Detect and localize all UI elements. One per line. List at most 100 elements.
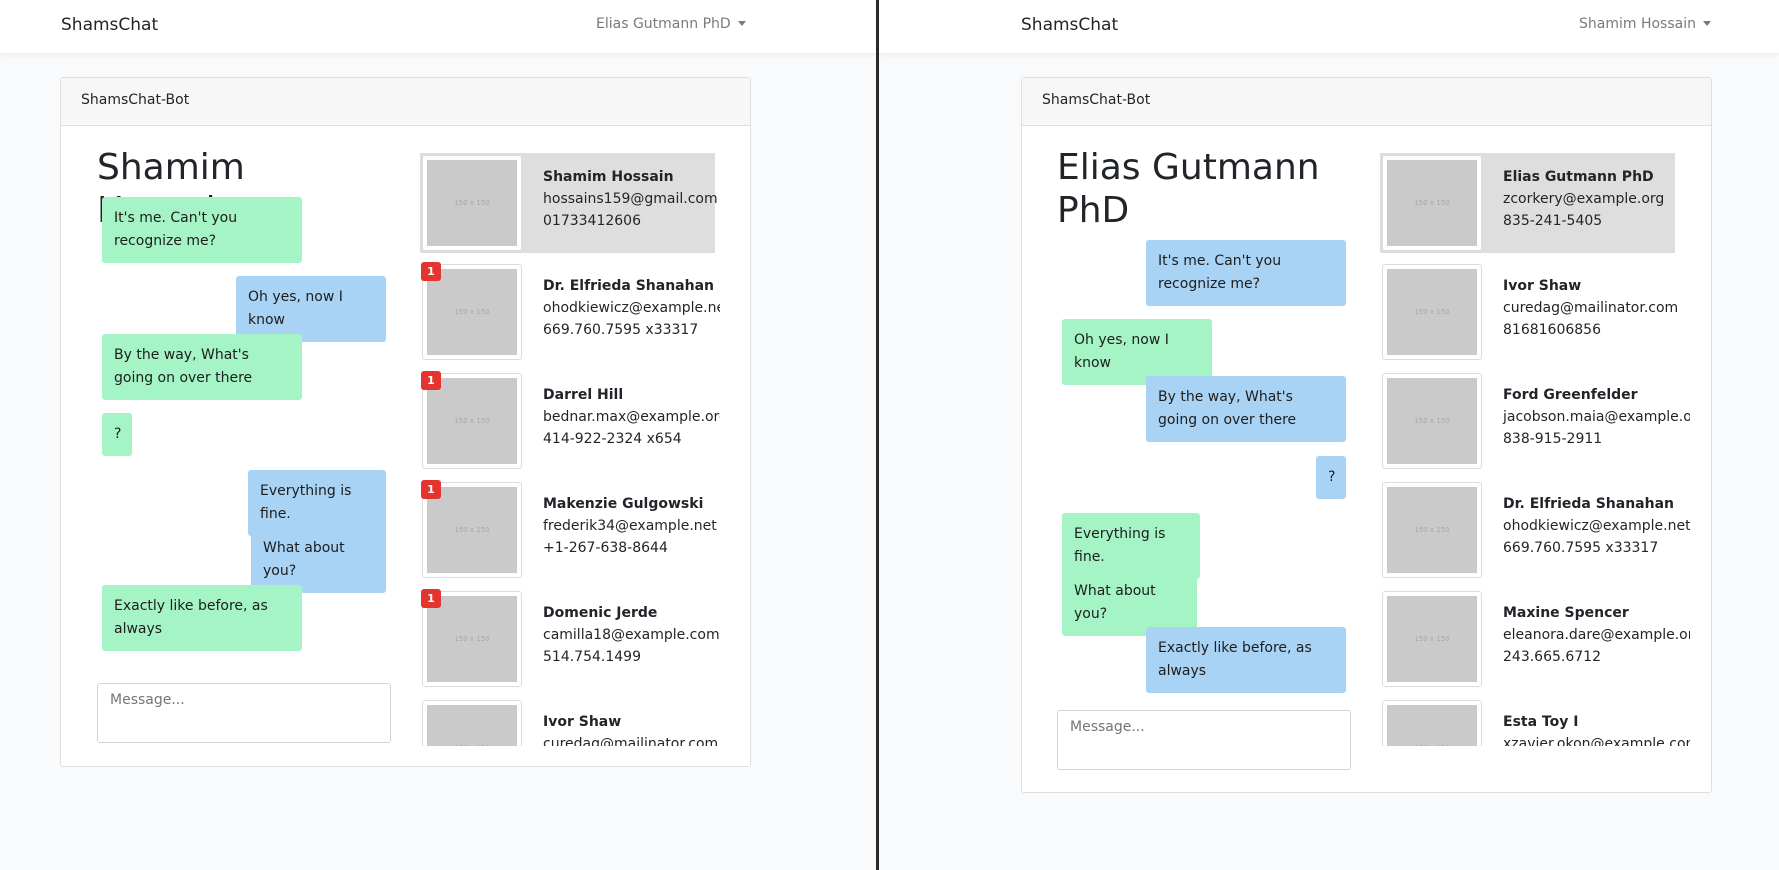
contact-name: Shamim Hossain [543, 169, 674, 185]
avatar-placeholder: 150 x 150 [1387, 160, 1477, 246]
contact-name: Dr. Elfrieda Shanahan [543, 278, 715, 294]
avatar-placeholder: 150 x 150 [427, 160, 517, 246]
message-bubble: By the way, What's going on over there [1146, 376, 1346, 442]
contact-item[interactable]: 150 x 150 Ivor Shaw curedag@mailinator.c… [420, 698, 720, 746]
message-bubble: By the way, What's going on over there [102, 334, 302, 400]
avatar-placeholder: 150 x 150 [1387, 705, 1477, 746]
message-input[interactable] [97, 683, 391, 743]
contact-phone: 835-241-5405 [1503, 213, 1603, 229]
contact-name: Elias Gutmann PhD [1503, 169, 1654, 185]
contact-item[interactable]: 150 x 150 1 Domenic Jerde camilla18@exam… [420, 589, 720, 689]
contact-name: Maxine Spencer [1503, 605, 1629, 621]
contact-item[interactable]: 150 x 150 1 Dr. Elfrieda Shanahan ohodki… [420, 262, 720, 362]
avatar: 150 x 150 [1382, 373, 1482, 469]
unread-badge: 1 [421, 480, 441, 499]
unread-badge: 1 [421, 262, 441, 281]
right-window: ShamsChat Shamim Hossain ShamsChat-Bot E… [879, 0, 1779, 870]
chat-partner-name: Elias Gutmann PhD [1057, 147, 1320, 231]
contact-email: hossains159@gmail.com [543, 191, 718, 207]
avatar-placeholder: 150 x 150 [427, 487, 517, 573]
avatar: 150 x 150 [1382, 264, 1482, 360]
contact-name: Dr. Elfrieda Shanahan [1503, 496, 1675, 512]
brand-link[interactable]: ShamsChat [1021, 15, 1118, 35]
contact-phone: +1-267-638-8644 [543, 540, 668, 556]
avatar-placeholder: 150 x 150 [427, 705, 517, 746]
avatar: 150 x 150 [422, 700, 522, 746]
avatar-placeholder: 150 x 150 [427, 269, 517, 355]
contact-email: camilla18@example.com [543, 627, 720, 643]
contact-item[interactable]: 150 x 150 Ivor Shaw curedag@mailinator.c… [1380, 262, 1690, 362]
message-bubble: ? [102, 413, 132, 456]
unread-badge: 1 [421, 371, 441, 390]
avatar-placeholder: 150 x 150 [1387, 378, 1477, 464]
contact-item[interactable]: 150 x 150 1 Darrel Hill bednar.max@examp… [420, 371, 720, 471]
contact-phone: 01733412606 [543, 213, 641, 229]
message-bubble: It's me. Can't you recognize me? [102, 197, 302, 263]
contact-email: bednar.max@example.org [543, 409, 720, 425]
avatar: 150 x 150 [1382, 155, 1482, 251]
contact-email: ohodkiewicz@example.net [543, 300, 720, 316]
contact-list[interactable]: 150 x 150 Elias Gutmann PhD zcorkery@exa… [1380, 153, 1690, 746]
avatar-placeholder: 150 x 150 [1387, 487, 1477, 573]
message-input[interactable] [1057, 710, 1351, 770]
contact-item[interactable]: 150 x 150 Maxine Spencer eleanora.dare@e… [1380, 589, 1690, 689]
card-header: ShamsChat-Bot [61, 78, 750, 126]
contact-name: Darrel Hill [543, 387, 624, 403]
user-dropdown[interactable]: Elias Gutmann PhD [596, 16, 746, 32]
avatar: 150 x 150 [1382, 482, 1482, 578]
avatar-placeholder: 150 x 150 [1387, 269, 1477, 355]
contact-name: Ivor Shaw [1503, 278, 1582, 294]
unread-badge: 1 [421, 589, 441, 608]
contact-phone: 838-915-2911 [1503, 431, 1603, 447]
avatar-placeholder: 150 x 150 [427, 596, 517, 682]
avatar: 150 x 150 [1382, 700, 1482, 746]
avatar-placeholder: 150 x 150 [427, 378, 517, 464]
contact-email: curedag@mailinator.com [1503, 300, 1679, 316]
contact-name: Ford Greenfelder [1503, 387, 1638, 403]
caret-down-icon [737, 21, 746, 26]
contact-email: eleanora.dare@example.org [1503, 627, 1690, 643]
message-bubble: Exactly like before, as always [1146, 627, 1346, 693]
contact-phone: 514.754.1499 [543, 649, 641, 665]
caret-down-icon [1702, 21, 1711, 26]
contact-name: Esta Toy I [1503, 714, 1579, 730]
contact-name: Domenic Jerde [543, 605, 658, 621]
navbar: ShamsChat Shamim Hossain [879, 0, 1779, 53]
message-bubble: It's me. Can't you recognize me? [1146, 240, 1346, 306]
contact-email: ohodkiewicz@example.net [1503, 518, 1690, 534]
contact-phone: 669.760.7595 x33317 [543, 322, 699, 338]
message-bubble: Exactly like before, as always [102, 585, 302, 651]
contact-item[interactable]: 150 x 150 Shamim Hossain hossains159@gma… [420, 153, 718, 253]
contact-item[interactable]: 150 x 150 1 Makenzie Gulgowski frederik3… [420, 480, 720, 580]
split-screen: ShamsChat Elias Gutmann PhD ShamsChat-Bo… [0, 0, 1779, 870]
contact-email: frederik34@example.net [543, 518, 717, 534]
user-dropdown[interactable]: Shamim Hossain [1579, 16, 1711, 32]
contact-item[interactable]: 150 x 150 Ford Greenfelder jacobson.maia… [1380, 371, 1690, 471]
contact-name: Ivor Shaw [543, 714, 622, 730]
user-dropdown-label: Shamim Hossain [1579, 16, 1696, 32]
brand-link[interactable]: ShamsChat [61, 15, 158, 35]
card-header: ShamsChat-Bot [1022, 78, 1711, 126]
contact-phone: 414-922-2324 x654 [543, 431, 682, 447]
contact-email: zcorkery@example.org [1503, 191, 1665, 207]
message-bubble: What about you? [251, 527, 386, 593]
contact-name: Makenzie Gulgowski [543, 496, 704, 512]
contact-email: jacobson.maia@example.org [1503, 409, 1690, 425]
contact-email: curedag@mailinator.com [543, 736, 719, 746]
contact-item[interactable]: 150 x 150 Dr. Elfrieda Shanahan ohodkiew… [1380, 480, 1690, 580]
contact-item[interactable]: 150 x 150 Esta Toy I xzavier.okon@exampl… [1380, 698, 1690, 746]
contact-item[interactable]: 150 x 150 Elias Gutmann PhD zcorkery@exa… [1380, 153, 1675, 253]
message-bubble: Oh yes, now I know [236, 276, 386, 342]
contact-email: xzavier.okon@example.com [1503, 736, 1690, 746]
contact-phone: 669.760.7595 x33317 [1503, 540, 1659, 556]
left-window: ShamsChat Elias Gutmann PhD ShamsChat-Bo… [0, 0, 876, 870]
avatar: 150 x 150 [422, 155, 522, 251]
avatar: 150 x 150 [1382, 591, 1482, 687]
contact-phone: 81681606856 [1503, 322, 1601, 338]
message-bubble: ? [1316, 456, 1346, 499]
navbar: ShamsChat Elias Gutmann PhD [0, 0, 876, 53]
user-dropdown-label: Elias Gutmann PhD [596, 16, 731, 32]
contact-phone: 243.665.6712 [1503, 649, 1601, 665]
avatar-placeholder: 150 x 150 [1387, 596, 1477, 682]
contact-list[interactable]: 150 x 150 Shamim Hossain hossains159@gma… [420, 153, 720, 746]
